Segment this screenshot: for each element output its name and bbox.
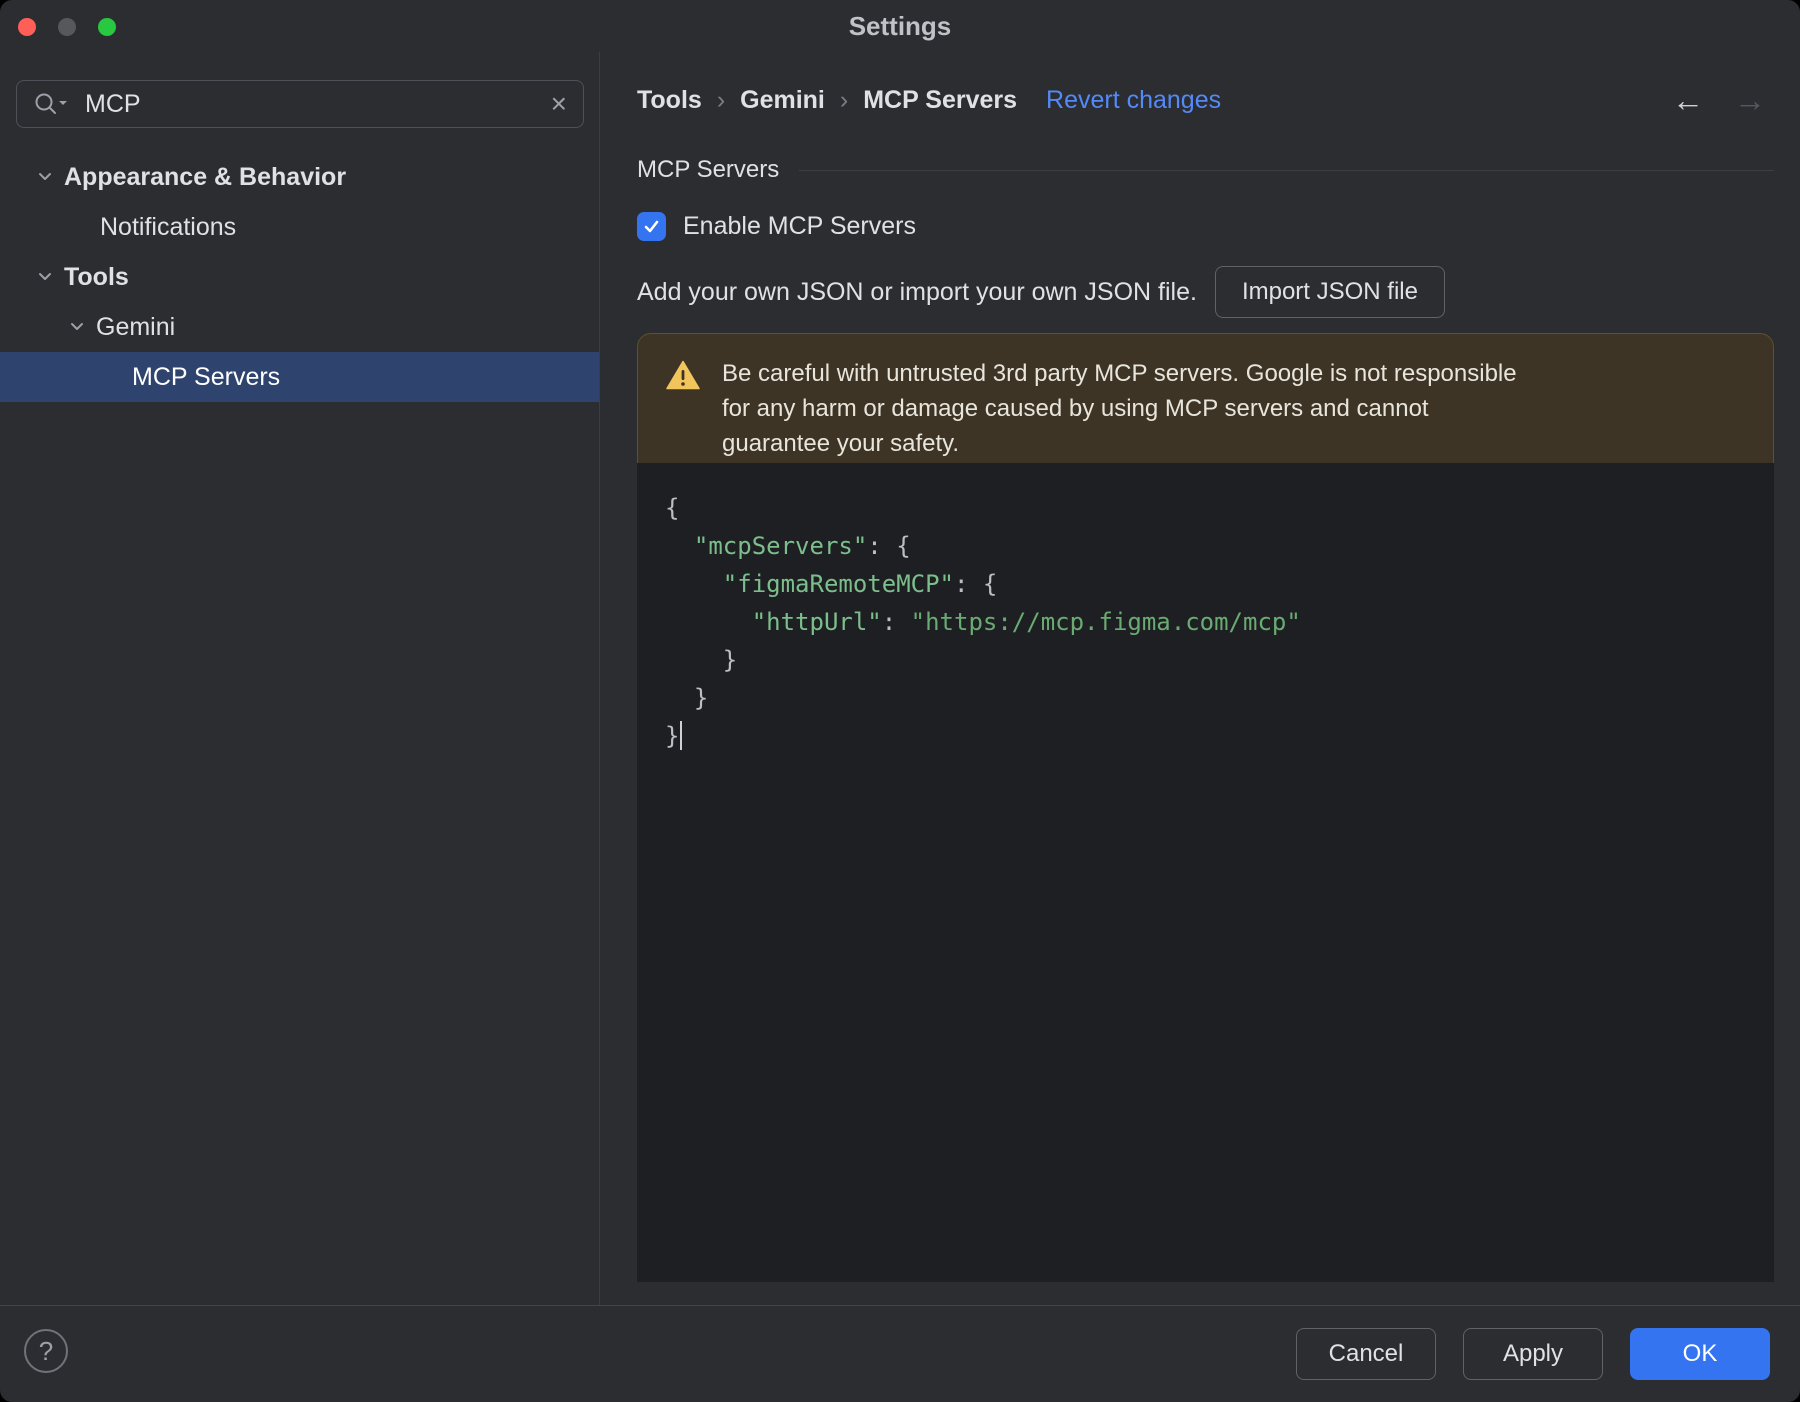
forward-arrow-icon[interactable]: → xyxy=(1734,82,1766,119)
footer-bar: ? Cancel Apply OK xyxy=(0,1305,1800,1402)
import-json-file-button[interactable]: Import JSON file xyxy=(1214,266,1445,318)
code-line: "httpUrl": "https://mcp.figma.com/mcp" xyxy=(751,608,1301,636)
clear-search-icon[interactable]: × xyxy=(551,90,567,118)
breadcrumb-separator: › xyxy=(716,86,726,114)
code-line: } xyxy=(665,717,1746,755)
code-line: { xyxy=(665,494,680,522)
settings-main-panel: Tools › Gemini › MCP Servers Revert chan… xyxy=(601,52,1800,1305)
breadcrumb: Tools › Gemini › MCP Servers Revert chan… xyxy=(637,86,1221,115)
add-json-text: Add your own JSON or import your own JSO… xyxy=(637,277,1197,306)
json-editor[interactable]: { "mcpServers": { "figmaRemoteMCP": { "h… xyxy=(637,463,1774,1282)
history-nav: ← → xyxy=(1672,82,1766,119)
warning-banner: Be careful with untrusted 3rd party MCP … xyxy=(637,333,1774,484)
enable-mcp-row: Enable MCP Servers xyxy=(637,212,916,241)
revert-changes-link[interactable]: Revert changes xyxy=(1046,86,1221,115)
sidebar-item-tools[interactable]: Tools xyxy=(0,252,599,302)
code-line: } xyxy=(665,684,709,712)
settings-sidebar: × Appearance & Behavior Notifications To… xyxy=(0,52,600,1305)
back-arrow-icon[interactable]: ← xyxy=(1672,82,1704,119)
text-caret xyxy=(680,720,683,750)
chevron-down-icon xyxy=(34,266,56,288)
settings-window: Settings × Appearance & Behavior xyxy=(0,0,1800,1402)
chevron-down-icon xyxy=(66,316,88,338)
breadcrumb-tools[interactable]: Tools xyxy=(637,86,702,115)
apply-button[interactable]: Apply xyxy=(1463,1328,1603,1380)
warning-text: Be careful with untrusted 3rd party MCP … xyxy=(722,360,1517,457)
json-editor-content: { "mcpServers": { "figmaRemoteMCP": { "h… xyxy=(665,489,1746,755)
help-icon: ? xyxy=(38,1335,54,1366)
code-line: } xyxy=(665,646,738,674)
window-title: Settings xyxy=(848,11,952,41)
search-input[interactable] xyxy=(83,88,537,120)
sidebar-item-label: Notifications xyxy=(100,212,237,241)
section-divider xyxy=(799,169,1774,171)
help-button[interactable]: ? xyxy=(24,1329,68,1373)
footer-buttons: Cancel Apply OK xyxy=(1296,1328,1770,1380)
sidebar-item-mcp-servers[interactable]: MCP Servers xyxy=(0,352,599,402)
titlebar: Settings xyxy=(0,0,1800,52)
warning-icon xyxy=(666,360,700,395)
ok-button[interactable]: OK xyxy=(1630,1328,1770,1380)
breadcrumb-gemini[interactable]: Gemini xyxy=(740,86,825,115)
breadcrumb-mcp-servers[interactable]: MCP Servers xyxy=(863,86,1017,115)
breadcrumb-separator: › xyxy=(839,86,849,114)
sidebar-item-label: Appearance & Behavior xyxy=(64,162,347,191)
sidebar-item-label: Gemini xyxy=(96,312,176,341)
sidebar-item-appearance-behavior[interactable]: Appearance & Behavior xyxy=(0,152,599,202)
section-title: MCP Servers xyxy=(637,156,780,183)
add-json-row: Add your own JSON or import your own JSO… xyxy=(637,266,1774,318)
enable-mcp-label: Enable MCP Servers xyxy=(683,212,916,240)
sidebar-item-label: MCP Servers xyxy=(132,362,281,391)
sidebar-item-gemini[interactable]: Gemini xyxy=(0,302,599,352)
section-header: MCP Servers xyxy=(637,156,1774,184)
chevron-down-icon xyxy=(34,166,56,188)
code-line: "mcpServers": { xyxy=(693,532,911,560)
search-icon xyxy=(33,91,69,117)
cancel-button[interactable]: Cancel xyxy=(1296,1328,1436,1380)
settings-tree: Appearance & Behavior Notifications Tool… xyxy=(0,152,599,402)
enable-mcp-checkbox[interactable] xyxy=(637,212,666,241)
code-line: "figmaRemoteMCP": { xyxy=(722,570,998,598)
sidebar-item-label: Tools xyxy=(64,262,129,291)
search-field[interactable]: × xyxy=(16,80,584,128)
sidebar-item-notifications[interactable]: Notifications xyxy=(0,202,599,252)
